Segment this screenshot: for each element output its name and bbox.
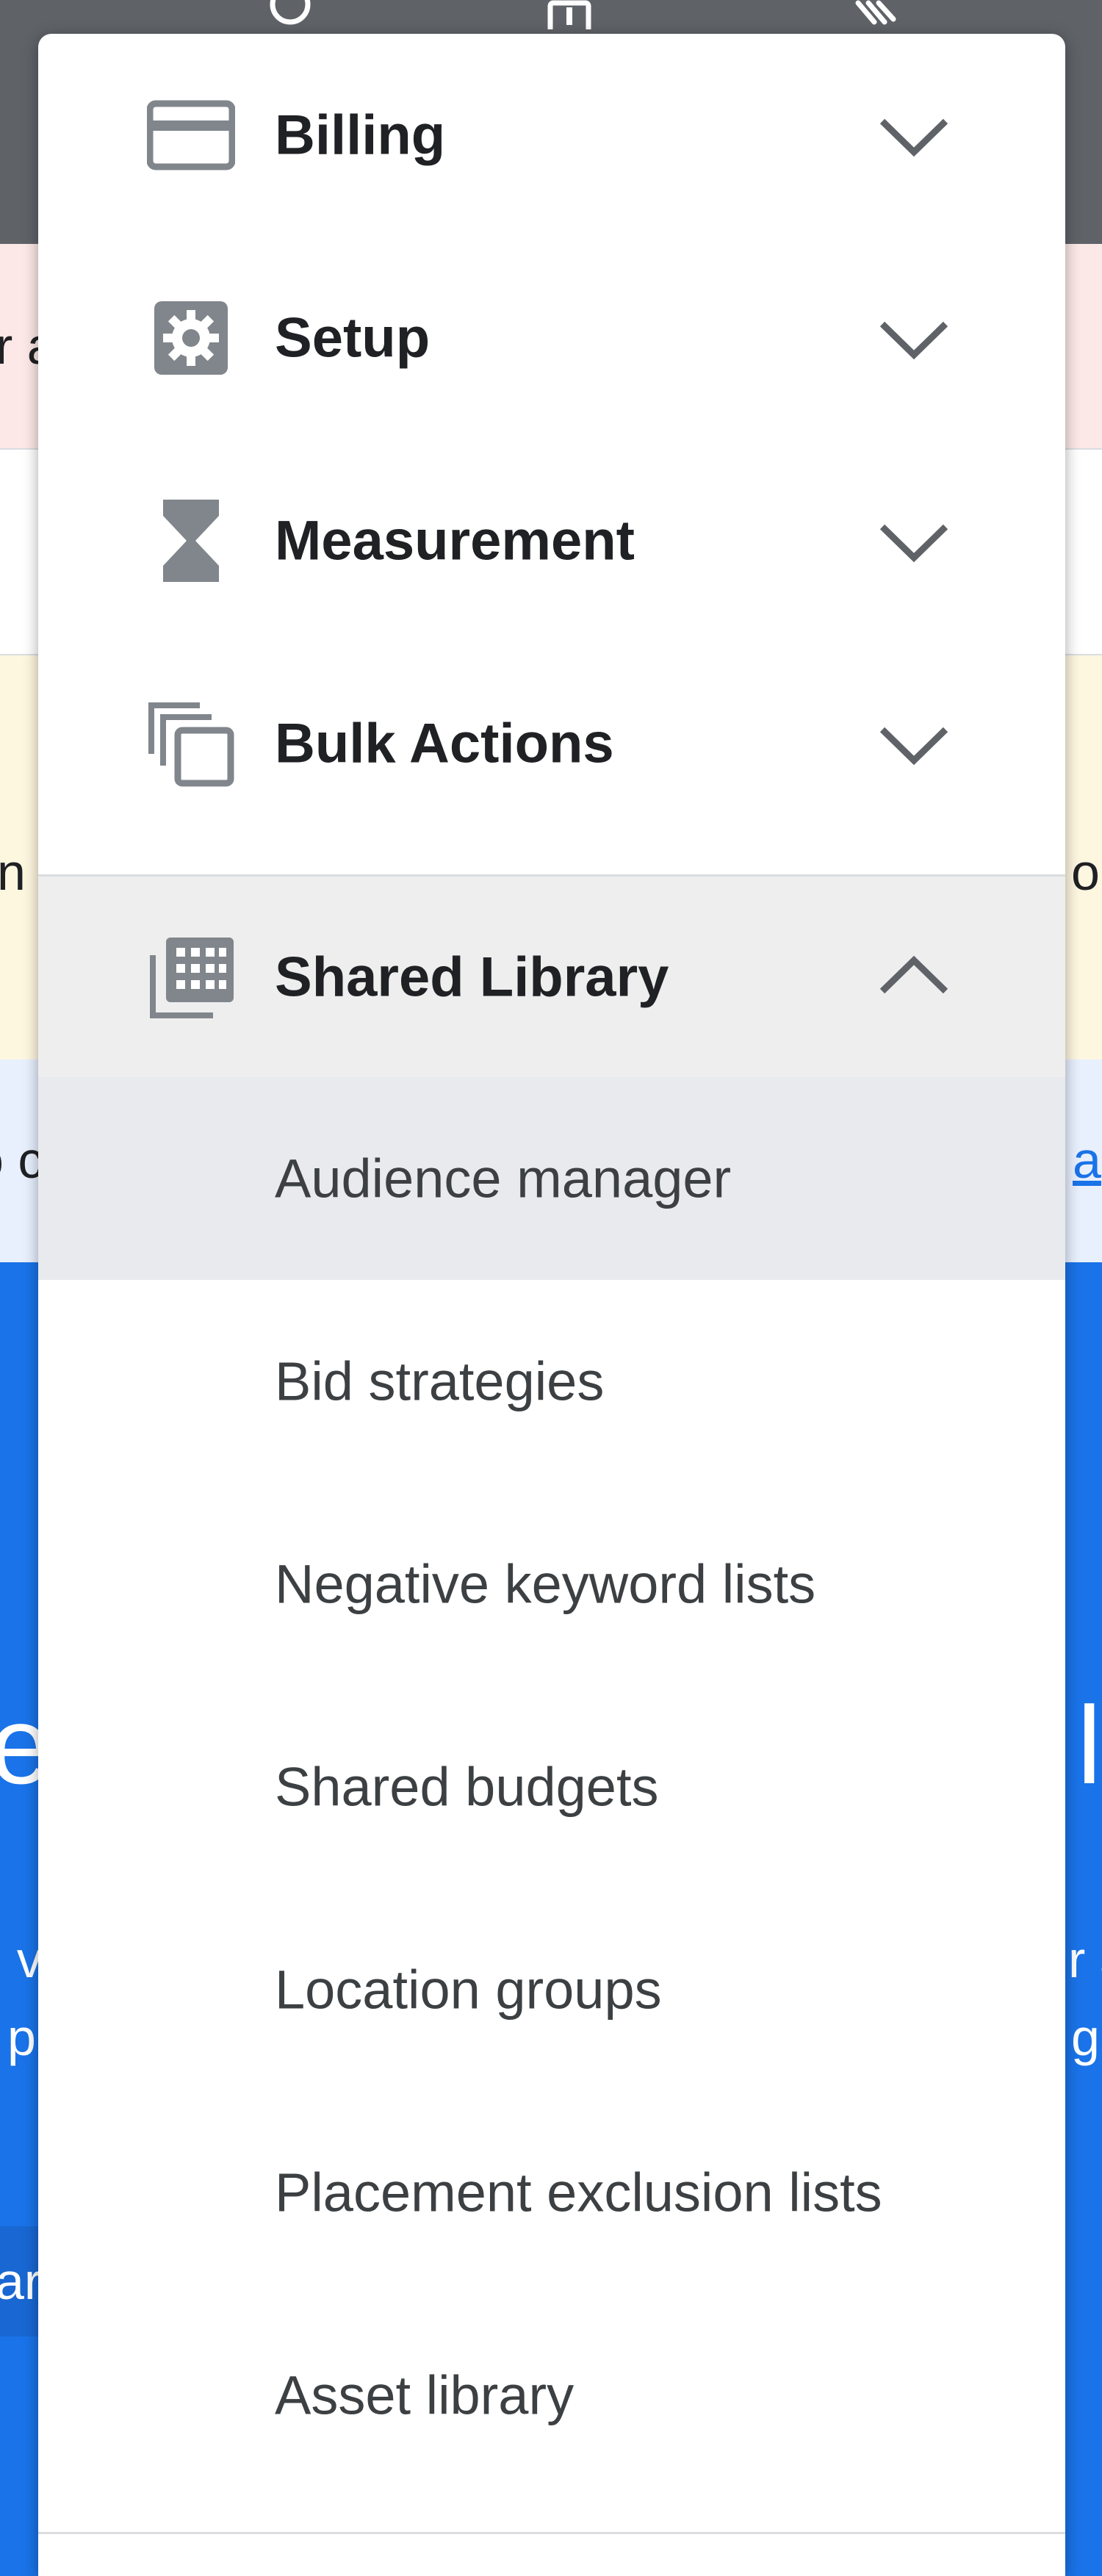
menu-item-label: Setup <box>275 306 431 370</box>
menu-divider <box>38 2532 1065 2534</box>
submenu-item-label: Bid strategies <box>275 1350 605 1412</box>
menu-item-bulk-actions[interactable]: Bulk Actions <box>38 642 1065 845</box>
submenu-item-placement-exclusion-lists[interactable]: Placement exclusion lists <box>38 2091 1065 2294</box>
menu-item-shared-library[interactable]: Shared Library <box>38 874 1065 1077</box>
hero-cta-button[interactable]: ar <box>0 2226 42 2336</box>
chevron-down-icon <box>874 95 954 176</box>
tools-icon[interactable] <box>852 0 896 29</box>
menu-item-label: Shared Library <box>275 946 669 1008</box>
banner-text-fragment: o c <box>0 1132 44 1189</box>
menu-item-label: Bulk Actions <box>275 712 614 775</box>
submenu-item-label: Audience manager <box>275 1148 732 1209</box>
settings-icon <box>147 294 235 382</box>
hero-cta-label-fragment: ar <box>0 2253 42 2310</box>
chevron-down-icon <box>874 298 954 378</box>
hero-heading-fragment: l <box>1077 1683 1102 1807</box>
menu-item-billing[interactable]: Billing <box>38 34 1065 237</box>
submenu-item-audience-manager[interactable]: Audience manager <box>38 1077 1065 1280</box>
credit-card-icon <box>147 91 235 179</box>
menu-item-label: Measurement <box>275 509 635 572</box>
submenu-item-label: Asset library <box>275 2364 575 2426</box>
reports-icon[interactable] <box>547 0 591 43</box>
submenu-item-label: Placement exclusion lists <box>275 2162 882 2223</box>
hero-text-fragment: p <box>7 2009 36 2066</box>
menu-item-setup[interactable]: Setup <box>38 237 1065 439</box>
submenu-item-negative-keyword-lists[interactable]: Negative keyword lists <box>38 1483 1065 1685</box>
hero-text-fragment: , v <box>0 1931 43 1988</box>
banner-text-fragment: n <box>0 843 26 901</box>
chevron-up-icon <box>874 937 954 1018</box>
submenu-item-label: Shared budgets <box>275 1756 659 1818</box>
chevron-down-icon <box>874 703 954 784</box>
menu-item-measurement[interactable]: Measurement <box>38 439 1065 642</box>
search-icon[interactable] <box>268 0 312 29</box>
submenu-item-label: Location groups <box>275 1959 662 2021</box>
chevron-down-icon <box>874 500 954 581</box>
submenu-item-asset-library[interactable]: Asset library <box>38 2294 1065 2497</box>
menu-item-label: Billing <box>275 104 446 167</box>
submenu-item-shared-budgets[interactable]: Shared budgets <box>38 1685 1065 1888</box>
hero-text-fragment: r a <box>1068 1931 1102 1988</box>
banner-link-fragment[interactable]: a <box>1073 1134 1101 1186</box>
submenu-item-bid-strategies[interactable]: Bid strategies <box>38 1280 1065 1483</box>
hourglass-icon <box>147 497 235 585</box>
tools-dropdown-menu: Billing Setup Measurement Bulk Actions S… <box>38 34 1065 2576</box>
library-icon <box>147 933 235 1021</box>
copy-icon <box>147 699 235 788</box>
hero-text-fragment: g <box>1071 2009 1100 2066</box>
submenu-item-location-groups[interactable]: Location groups <box>38 1888 1065 2091</box>
submenu-item-label: Negative keyword lists <box>275 1553 816 1615</box>
banner-text-fragment: o <box>1071 843 1100 901</box>
